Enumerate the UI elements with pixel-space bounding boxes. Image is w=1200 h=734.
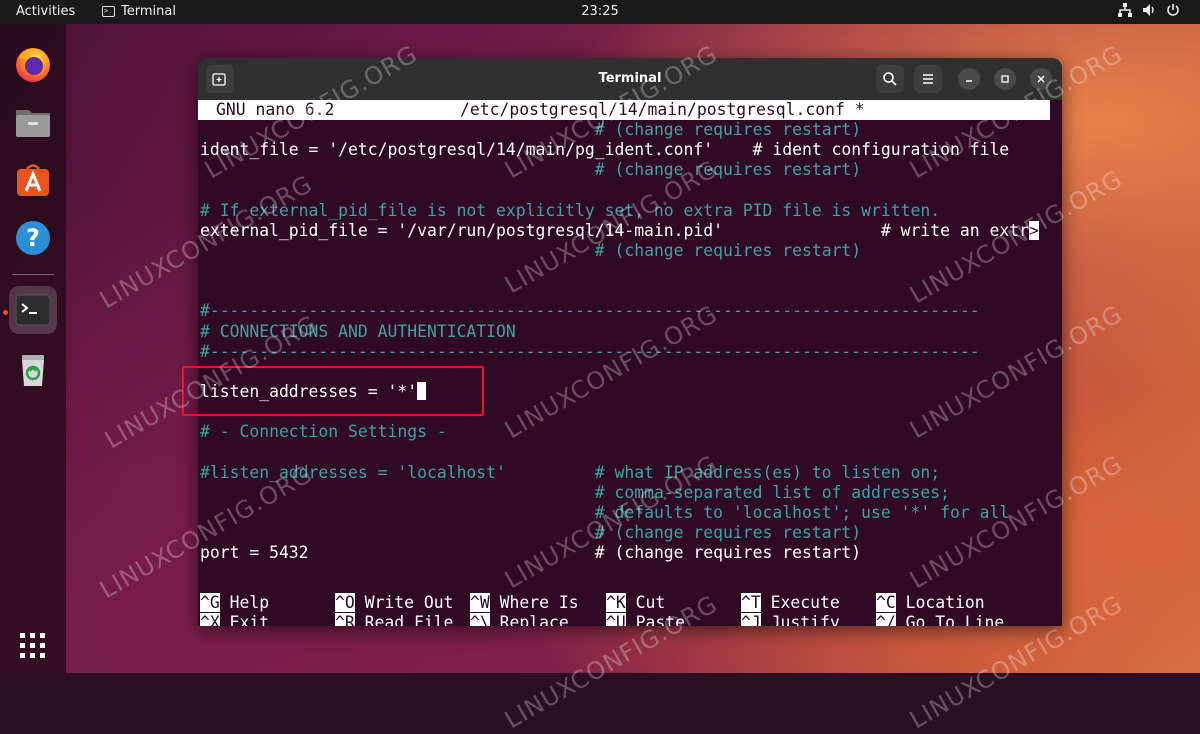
nano-shortcut[interactable]: ^G Help bbox=[200, 593, 269, 613]
nano-shortcut[interactable]: ^K Cut bbox=[606, 593, 665, 613]
running-indicator bbox=[3, 310, 8, 315]
maximize-button[interactable] bbox=[994, 68, 1016, 90]
app-grid-icon bbox=[20, 633, 45, 658]
shortcut-key: ^\ bbox=[470, 613, 490, 626]
firefox-icon bbox=[16, 48, 50, 82]
top-bar: Activities > Terminal 23:25 bbox=[0, 0, 1200, 24]
comment-text: # (change requires restart) bbox=[594, 120, 862, 139]
nano-line: # CONNECTIONS AND AUTHENTICATION bbox=[200, 322, 516, 342]
dock-trash[interactable] bbox=[9, 346, 57, 394]
shortcut-key: ^U bbox=[606, 613, 626, 626]
comment-text: #---------------------------------------… bbox=[200, 301, 980, 321]
help-icon: ? bbox=[16, 221, 50, 255]
comment-text: # (change requires restart) bbox=[594, 240, 862, 260]
nano-shortcut[interactable]: ^C Location bbox=[876, 593, 985, 613]
shortcut-key: ^C bbox=[876, 593, 896, 612]
nano-shortcut[interactable]: ^J Justify bbox=[741, 613, 840, 626]
hamburger-menu-icon bbox=[923, 74, 933, 84]
search-icon bbox=[883, 72, 897, 86]
nano-shortcut[interactable]: ^/ Go To Line bbox=[876, 613, 1004, 626]
shortcut-label: Write Out bbox=[354, 593, 454, 612]
dock-firefox[interactable] bbox=[9, 40, 57, 88]
nano-shortcut[interactable]: ^\ Replace bbox=[470, 613, 569, 626]
shortcut-label: Location bbox=[895, 593, 985, 612]
clock[interactable]: 23:25 bbox=[0, 4, 1200, 19]
system-tray[interactable] bbox=[1118, 3, 1180, 17]
shortcut-label: Justify bbox=[760, 613, 840, 626]
show-apps-button[interactable] bbox=[9, 622, 57, 670]
minimize-button[interactable] bbox=[958, 68, 980, 90]
search-button[interactable] bbox=[876, 65, 904, 93]
volume-icon bbox=[1142, 3, 1156, 17]
nano-shortcut[interactable]: ^R Read File bbox=[335, 613, 453, 626]
shortcut-key: ^K bbox=[606, 593, 626, 612]
shortcut-key: ^X bbox=[200, 613, 220, 626]
dock-files[interactable] bbox=[9, 98, 57, 146]
shortcut-label: Go To Line bbox=[895, 613, 1005, 626]
maximize-icon bbox=[1001, 75, 1009, 83]
comment-text: # (change requires restart) bbox=[594, 160, 862, 180]
nano-shortcut[interactable]: ^T Execute bbox=[741, 593, 840, 613]
shortcut-key: ^W bbox=[470, 593, 490, 612]
nano-filename: /etc/postgresql/14/main/postgresql.conf … bbox=[460, 100, 865, 119]
shortcut-label: Exit bbox=[219, 613, 270, 626]
nano-line: # - Connection Settings - bbox=[200, 422, 447, 442]
terminal-icon bbox=[15, 294, 51, 326]
dock-terminal[interactable] bbox=[9, 286, 57, 334]
svg-text:?: ? bbox=[26, 224, 40, 252]
shortcut-key: ^J bbox=[741, 613, 761, 626]
shortcut-label: Cut bbox=[625, 593, 666, 612]
code-text: external_pid_file = '/var/run/postgresql… bbox=[200, 220, 881, 240]
shortcut-label: Replace bbox=[489, 613, 569, 626]
app-menu[interactable]: > Terminal bbox=[102, 4, 176, 19]
network-icon bbox=[1118, 3, 1132, 17]
power-icon bbox=[1166, 3, 1180, 17]
shortcut-label: Where Is bbox=[489, 593, 579, 612]
shortcut-key: ^/ bbox=[876, 613, 896, 626]
comment-text: # (change requires restart) bbox=[594, 543, 862, 563]
comment-text: # If external_pid_file is not explicitly… bbox=[200, 200, 941, 220]
nano-shortcut[interactable]: ^W Where Is bbox=[470, 593, 579, 613]
dock-help[interactable]: ? bbox=[9, 214, 57, 262]
dock: ? bbox=[0, 24, 66, 673]
nano-line: #---------------------------------------… bbox=[200, 301, 980, 321]
files-icon bbox=[16, 110, 50, 137]
app-center-icon bbox=[17, 164, 49, 196]
app-menu-label: Terminal bbox=[121, 4, 176, 19]
shortcut-key: ^R bbox=[335, 613, 355, 626]
comment-text: # - Connection Settings - bbox=[200, 422, 447, 442]
minimize-icon bbox=[966, 80, 972, 82]
nano-line: # If external_pid_file is not explicitly… bbox=[200, 201, 940, 221]
nano-line: ident_file = '/etc/postgresql/14/main/pg… bbox=[200, 140, 1009, 160]
comment-text: # (change requires restart) bbox=[594, 523, 862, 542]
shortcut-label: Execute bbox=[760, 593, 840, 612]
nano-shortcut[interactable]: ^X Exit bbox=[200, 613, 269, 626]
shortcut-key: ^G bbox=[200, 593, 220, 612]
shortcut-key: ^O bbox=[335, 593, 355, 612]
shortcut-key: ^T bbox=[741, 593, 761, 612]
activities-button[interactable]: Activities bbox=[16, 4, 75, 19]
terminal-small-icon: > bbox=[102, 6, 115, 17]
comment-text: # CONNECTIONS AND AUTHENTICATION bbox=[200, 321, 516, 341]
dock-app-center[interactable] bbox=[9, 156, 57, 204]
shortcut-label: Read File bbox=[354, 613, 454, 626]
shortcut-label: Help bbox=[219, 593, 270, 612]
nano-line: #---------------------------------------… bbox=[200, 342, 980, 362]
nano-line: # (change requires restart) bbox=[200, 523, 861, 543]
comment-text: #---------------------------------------… bbox=[200, 341, 980, 361]
trash-icon bbox=[22, 355, 44, 386]
nano-shortcut[interactable]: ^O Write Out bbox=[335, 593, 453, 613]
dock-separator bbox=[12, 274, 54, 275]
menu-button[interactable] bbox=[914, 65, 942, 93]
